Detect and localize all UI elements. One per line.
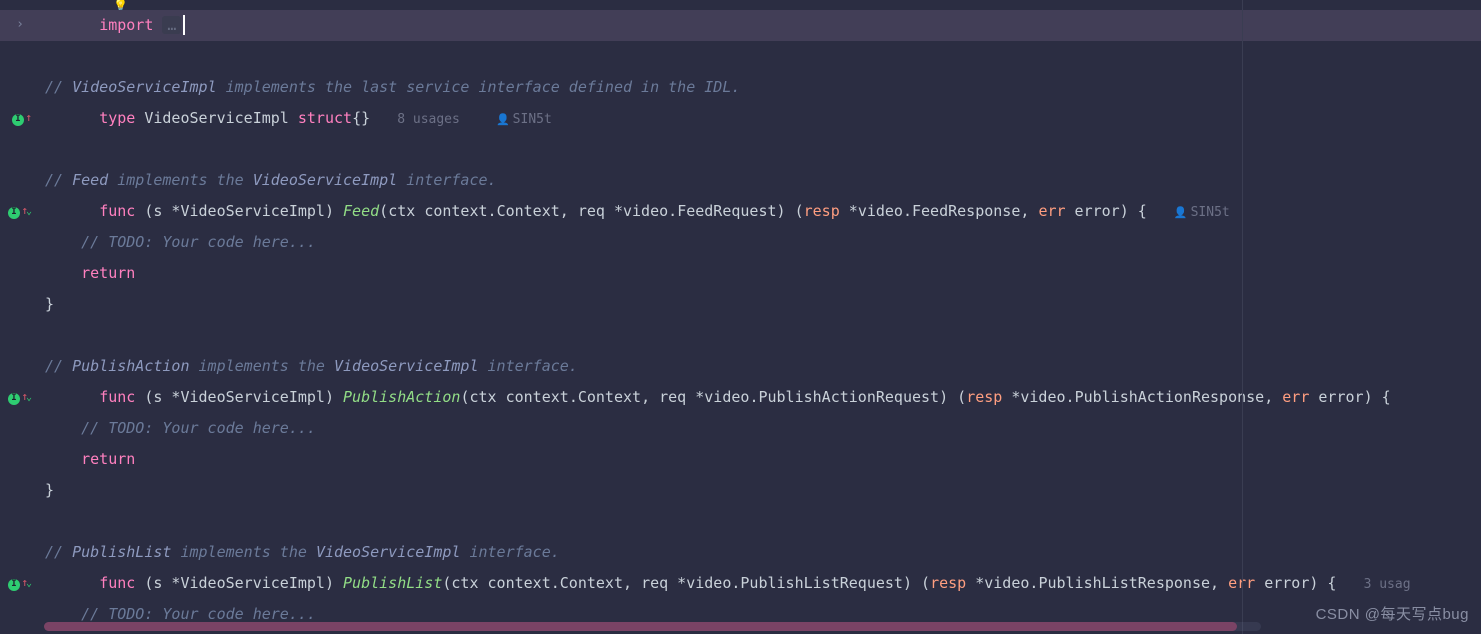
type-name: VideoServiceImpl	[144, 109, 289, 127]
type-keyword: type	[99, 109, 135, 127]
interface-impl-icon[interactable]	[8, 576, 24, 592]
interface-impl-icon[interactable]	[8, 390, 24, 406]
func-publishlist[interactable]: ⌄ func (s *VideoServiceImpl) PublishList…	[0, 568, 1481, 599]
text-cursor	[183, 15, 185, 35]
fold-ellipsis-icon[interactable]: …	[162, 16, 181, 34]
return-statement: return	[0, 444, 1481, 475]
code-editor[interactable]: 💡 › import … // VideoServiceImpl impleme…	[0, 0, 1481, 634]
braces: {}	[352, 109, 370, 127]
close-brace: }	[0, 289, 1481, 320]
margin-guide	[1242, 0, 1243, 634]
interface-impl-icon[interactable]	[12, 111, 28, 127]
func-keyword: func	[99, 202, 135, 220]
todo-comment: // TODO: Your code here...	[0, 227, 1481, 258]
type-declaration[interactable]: type VideoServiceImpl struct{} 8 usages …	[0, 103, 1481, 134]
blank-line	[40, 138, 1481, 161]
usages-hint[interactable]: 3 usag	[1364, 577, 1411, 592]
import-line[interactable]: › import …	[0, 10, 1481, 41]
func-publishaction[interactable]: ⌄ func (s *VideoServiceImpl) PublishActi…	[0, 382, 1481, 413]
author-hint[interactable]: SIN5t	[1191, 205, 1230, 220]
import-keyword: import	[99, 16, 153, 34]
return-statement: return	[0, 258, 1481, 289]
user-icon: 👤	[1174, 204, 1188, 221]
resp-param: resp	[804, 202, 840, 220]
err-param: err	[1038, 202, 1065, 220]
user-icon: 👤	[496, 111, 510, 128]
blank-line	[40, 324, 1481, 347]
scrollbar-thumb[interactable]	[44, 622, 1237, 631]
interface-impl-icon[interactable]	[8, 204, 24, 220]
horizontal-scrollbar[interactable]	[44, 622, 1261, 631]
struct-keyword: struct	[298, 109, 352, 127]
todo-comment: // TODO: Your code here...	[0, 413, 1481, 444]
blank-line	[40, 510, 1481, 533]
func-feed[interactable]: ⌄ func (s *VideoServiceImpl) Feed(ctx co…	[0, 196, 1481, 227]
watermark: CSDN @每天写点bug	[1316, 603, 1469, 626]
blank-line	[40, 45, 1481, 68]
close-brace: }	[0, 475, 1481, 506]
fold-gutter[interactable]: ›	[0, 15, 40, 35]
usages-hint[interactable]: 8 usages	[397, 112, 460, 127]
receiver-type: VideoServiceImpl	[180, 202, 325, 220]
chevron-right-icon[interactable]: ›	[16, 15, 24, 35]
author-hint[interactable]: SIN5t	[513, 112, 552, 127]
method-name: Feed	[343, 202, 379, 220]
